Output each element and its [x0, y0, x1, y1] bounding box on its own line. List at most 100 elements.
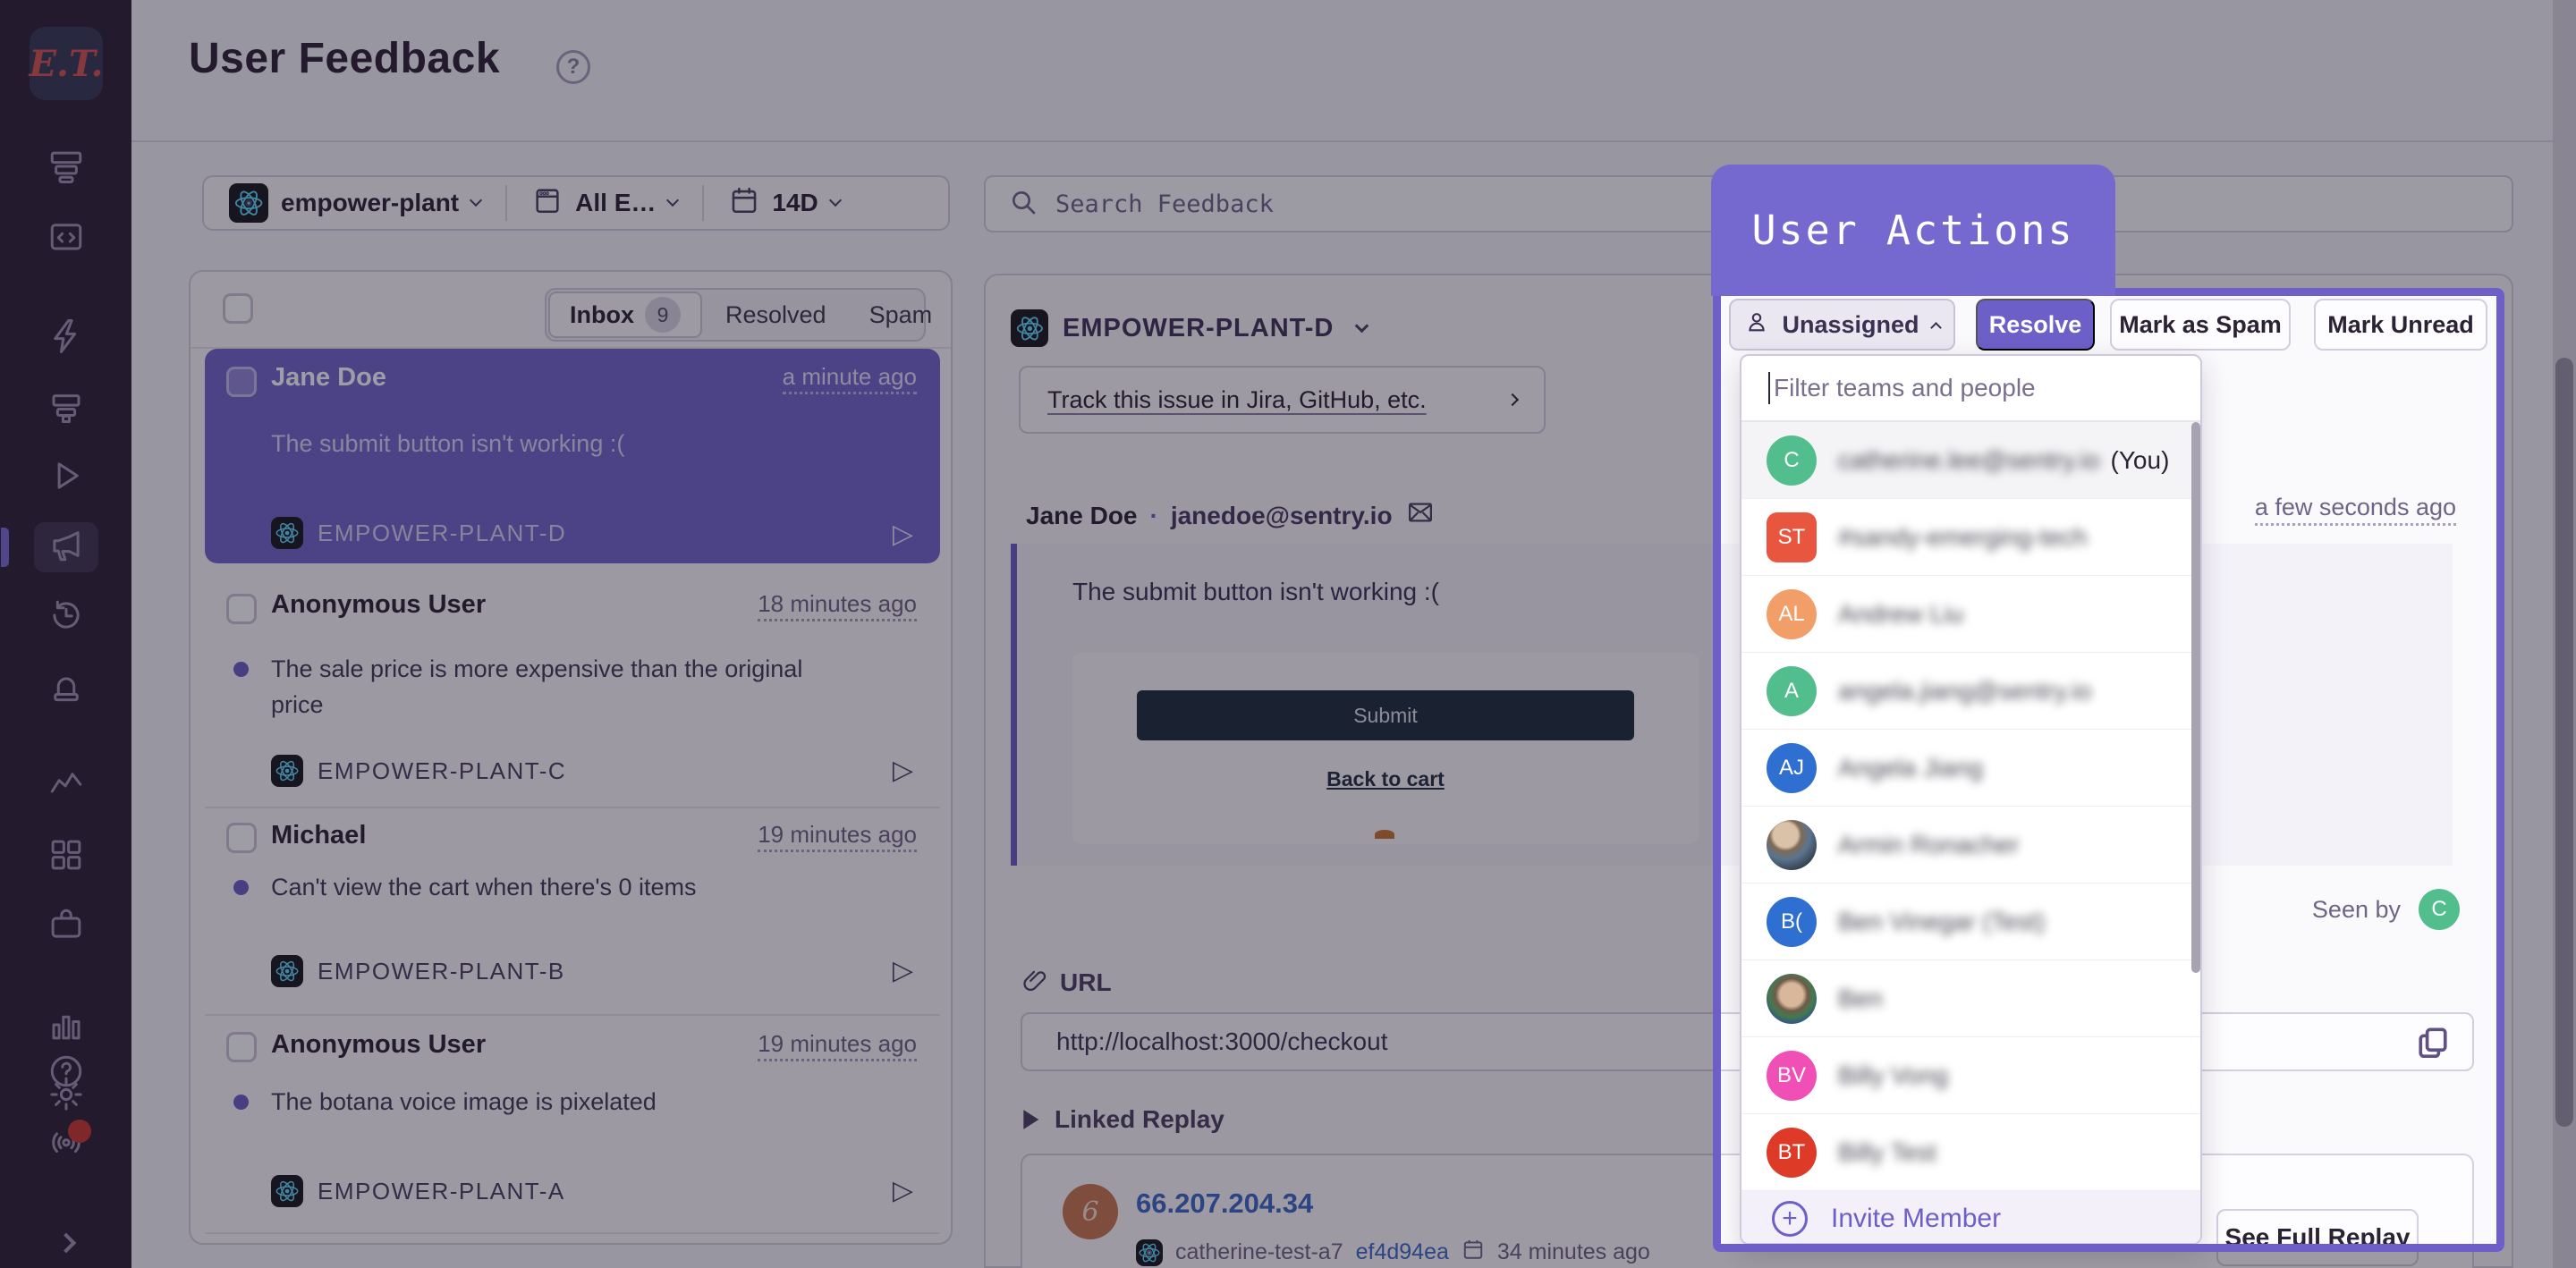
feedback-list-item[interactable]: Jane Doe a minute ago The submit button …: [205, 349, 940, 563]
sidebar-item-discover[interactable]: [34, 383, 98, 433]
feedback-time[interactable]: a minute ago: [783, 363, 917, 394]
tab-spam[interactable]: Spam: [848, 301, 953, 329]
resolve-button[interactable]: Resolve: [1976, 299, 2095, 351]
project-filter[interactable]: empower-plant: [204, 177, 505, 229]
item-checkbox[interactable]: [226, 823, 257, 853]
environment-filter-value: All E…: [575, 189, 656, 217]
chevron-down-icon: [666, 194, 679, 207]
copy-url-button[interactable]: [2413, 1023, 2453, 1062]
feedback-time[interactable]: 19 minutes ago: [758, 821, 917, 852]
member-photo-avatar: [1767, 820, 1817, 870]
assignee-label: Unassigned: [1782, 311, 1919, 339]
app-window: E.T.: [0, 0, 2576, 1268]
sidebar-item-stats[interactable]: [34, 1002, 98, 1052]
track-issue-button[interactable]: Track this issue in Jira, GitHub, etc.: [1019, 366, 1546, 434]
replay-play-icon[interactable]: ▷: [893, 1175, 913, 1206]
stack-icon: [47, 387, 85, 429]
date-filter[interactable]: 14D: [704, 177, 864, 229]
page-help-icon[interactable]: ?: [556, 50, 590, 84]
mark-as-spam-button[interactable]: Mark as Spam: [2110, 299, 2291, 351]
calendar-icon: [729, 185, 759, 222]
assignee-option[interactable]: B( Ben Vinegar (Test): [1741, 883, 2200, 960]
item-checkbox[interactable]: [226, 594, 257, 624]
sidebar-item-help[interactable]: [34, 1048, 98, 1098]
detail-project-selector[interactable]: EMPOWER-PLANT-D: [1011, 309, 1367, 347]
tab-inbox[interactable]: Inbox 9: [548, 292, 702, 338]
member-name: Ben Vinegar (Test): [1838, 908, 2045, 936]
react-project-icon: [271, 1175, 303, 1207]
sidebar-item-crons[interactable]: [34, 662, 98, 712]
member-avatar: B(: [1767, 897, 1817, 947]
sidebar-item-releases[interactable]: [34, 452, 98, 503]
feedback-time[interactable]: 19 minutes ago: [758, 1030, 917, 1061]
scrollbar-thumb[interactable]: [2555, 358, 2573, 1127]
sidebar-item-feedback[interactable]: [34, 522, 98, 572]
sidebar-item-issues[interactable]: [34, 143, 98, 193]
member-avatar: AL: [1767, 589, 1817, 639]
sidebar-item-whats-new[interactable]: [34, 1118, 98, 1168]
link-icon: [1021, 966, 1047, 999]
chevron-up-icon: [1930, 322, 1942, 334]
member-avatar: C: [1767, 435, 1817, 486]
linked-replay-label[interactable]: Linked Replay: [1021, 1105, 1224, 1134]
assignee-option[interactable]: A angela.jiang@sentry.io: [1741, 653, 2200, 730]
tab-resolved[interactable]: Resolved: [704, 301, 848, 329]
feedback-list-panel: Inbox 9 Resolved Spam Jane Doe a minute …: [189, 270, 953, 1245]
replay-play-icon[interactable]: ▷: [893, 955, 913, 986]
feedback-preview: The submit button isn't working :(: [271, 426, 861, 461]
assignee-filter-placeholder: Filter teams and people: [1774, 374, 2036, 402]
assignee-option[interactable]: AJ Angela Jiang: [1741, 730, 2200, 807]
assignee-option[interactable]: Armin Ronacher: [1741, 807, 2200, 883]
sidebar-item-performance[interactable]: [34, 762, 98, 812]
sidebar-item-dashboards[interactable]: [34, 832, 98, 882]
replay-id-link[interactable]: ef4d94ea: [1356, 1239, 1449, 1265]
feedback-list-item[interactable]: Anonymous User 18 minutes ago The sale p…: [205, 576, 940, 807]
assignee-option[interactable]: AL Andrew Liu: [1741, 576, 2200, 653]
replay-play-icon[interactable]: ▷: [893, 519, 913, 550]
page-scrollbar[interactable]: [2553, 0, 2576, 1268]
assignee-option[interactable]: BT Billy Test: [1741, 1114, 2200, 1191]
item-checkbox[interactable]: [226, 367, 257, 397]
feedback-time[interactable]: 18 minutes ago: [758, 590, 917, 621]
dropdown-scrollbar[interactable]: [2191, 422, 2200, 973]
replay-ip-link[interactable]: 66.207.204.34: [1136, 1188, 1313, 1220]
select-all-checkbox[interactable]: [223, 293, 253, 324]
feedback-list-item[interactable]: Michael 19 minutes ago Can't view the ca…: [205, 808, 940, 1014]
org-logo[interactable]: E.T.: [30, 27, 103, 100]
see-full-replay-button[interactable]: See Full Replay: [2216, 1209, 2419, 1266]
react-project-icon: [229, 183, 268, 223]
sidebar-collapse-button[interactable]: [34, 1218, 98, 1268]
member-name: Billy Test: [1838, 1138, 1936, 1167]
play-outline-icon: [1021, 1108, 1040, 1131]
calendar-icon: [1462, 1238, 1485, 1267]
project-tag: EMPOWER-PLANT-D: [318, 520, 566, 547]
react-project-icon: [271, 517, 303, 549]
replay-play-icon[interactable]: ▷: [893, 755, 913, 786]
assignee-filter-input[interactable]: Filter teams and people: [1741, 356, 2200, 422]
page-title: User Feedback: [189, 34, 500, 83]
mark-unread-button[interactable]: Mark Unread: [2314, 299, 2487, 351]
sidebar-item-projects[interactable]: [34, 213, 98, 263]
member-name: Andrew Liu: [1838, 600, 1963, 629]
assignee-option[interactable]: Ben: [1741, 960, 2200, 1037]
grid-icon: [47, 836, 85, 878]
assignee-option[interactable]: C catherine.lee@sentry.io (You): [1741, 422, 2200, 499]
assignee-option[interactable]: BV Billy Vong: [1741, 1037, 2200, 1114]
track-issue-label: Track this issue in Jira, GitHub, etc.: [1047, 386, 1427, 414]
envelope-icon[interactable]: [1405, 499, 1436, 532]
sidebar-item-alerts[interactable]: [34, 313, 98, 363]
sidebar-item-integrations[interactable]: [34, 901, 98, 951]
unread-dot: [233, 662, 249, 677]
invite-member-button[interactable]: + Invite Member: [1741, 1191, 2200, 1245]
assignee-dropdown-button[interactable]: Unassigned: [1729, 299, 1955, 351]
team-name: #sandy-emerging-tech: [1838, 523, 2088, 552]
play-icon: [47, 457, 85, 499]
sidebar-item-replays[interactable]: [34, 592, 98, 642]
environment-filter[interactable]: All E…: [507, 177, 702, 229]
feedback-author: Anonymous User: [271, 1030, 486, 1060]
feedback-list-item[interactable]: Anonymous User 19 minutes ago The botana…: [205, 1016, 940, 1245]
environment-icon: [532, 185, 563, 222]
item-checkbox[interactable]: [226, 1032, 257, 1062]
bar-chart-icon: [47, 1006, 85, 1048]
assignee-option[interactable]: ST #sandy-emerging-tech: [1741, 499, 2200, 576]
